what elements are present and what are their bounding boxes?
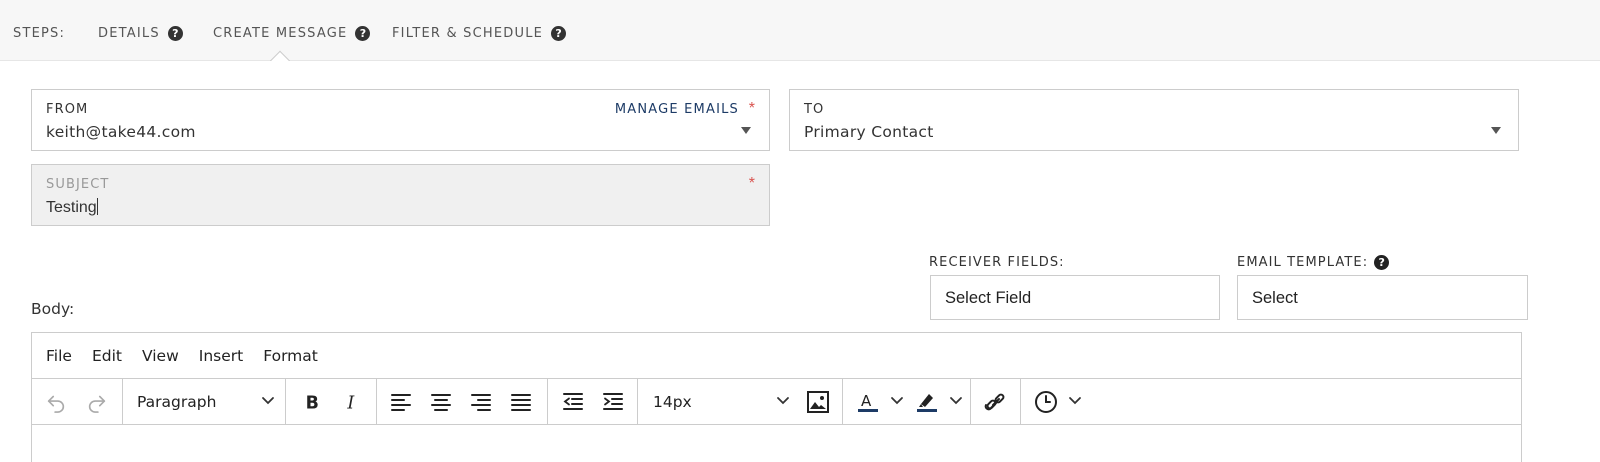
required-marker: * (748, 175, 755, 192)
menu-format[interactable]: Format (263, 347, 318, 365)
chevron-down-icon[interactable] (1491, 127, 1501, 134)
style-group: B I (286, 379, 377, 425)
help-icon[interactable]: ? (355, 26, 371, 41)
align-center-icon[interactable] (427, 388, 455, 416)
receiver-fields-label: RECEIVER FIELDS: (929, 255, 1065, 270)
menu-file[interactable]: File (46, 347, 72, 365)
from-label: FROM (46, 102, 89, 117)
block-format-value: Paragraph (137, 393, 217, 411)
menu-view[interactable]: View (142, 347, 179, 365)
steps-label: STEPS: (13, 26, 66, 41)
chevron-down-icon (777, 397, 789, 405)
receiver-fields-select[interactable]: Select Field (930, 275, 1220, 320)
rich-text-editor: File Edit View Insert Format Paragraph B (31, 332, 1522, 462)
help-icon[interactable]: ? (167, 26, 183, 41)
link-group (971, 379, 1021, 425)
bold-icon[interactable]: B (298, 388, 326, 416)
svg-text:A: A (861, 392, 872, 410)
to-label: TO (804, 102, 825, 117)
steps-bar: STEPS: DETAILS ? CREATE MESSAGE ? FILTER… (0, 0, 1600, 61)
block-format-group: Paragraph (123, 379, 286, 425)
chevron-down-icon[interactable] (1068, 396, 1082, 406)
editor-menubar: File Edit View Insert Format (32, 333, 1521, 379)
redo-icon[interactable] (83, 388, 111, 416)
text-cursor (96, 198, 98, 215)
text-color-icon[interactable]: A (854, 388, 882, 416)
subject-field[interactable]: SUBJECT * Testing (31, 164, 770, 226)
to-value: Primary Contact (804, 123, 934, 141)
step-details[interactable]: DETAILS ? (98, 26, 183, 41)
indent-icon[interactable] (599, 388, 627, 416)
chevron-down-icon[interactable] (949, 396, 963, 406)
step-filter-schedule-label: FILTER & SCHEDULE (392, 26, 544, 41)
step-filter-schedule[interactable]: FILTER & SCHEDULE ? (392, 26, 567, 41)
link-icon[interactable] (982, 388, 1010, 416)
justify-icon[interactable] (507, 388, 535, 416)
step-create-message[interactable]: CREATE MESSAGE ? (213, 26, 371, 41)
subject-label: SUBJECT (46, 177, 110, 192)
chevron-down-icon[interactable] (890, 396, 904, 406)
outdent-icon[interactable] (559, 388, 587, 416)
font-size-group: 14px (638, 379, 843, 425)
menu-insert[interactable]: Insert (199, 347, 243, 365)
email-template-select[interactable]: Select (1237, 275, 1528, 320)
svg-text:B: B (306, 393, 319, 413)
to-field[interactable]: TO Primary Contact (789, 89, 1519, 151)
help-icon[interactable]: ? (1374, 255, 1390, 270)
highlight-icon[interactable] (913, 388, 941, 416)
clock-icon[interactable] (1032, 388, 1060, 416)
color-group: A (843, 379, 971, 425)
chevron-down-icon (262, 397, 274, 405)
from-field[interactable]: FROM MANAGE EMAILS * keith@take44.com (31, 89, 770, 151)
chevron-down-icon[interactable] (741, 127, 751, 134)
manage-emails-link[interactable]: MANAGE EMAILS (615, 102, 739, 117)
subject-input[interactable]: Testing (46, 198, 98, 217)
step-create-message-label: CREATE MESSAGE (213, 26, 348, 41)
history-group (32, 379, 123, 425)
step-details-label: DETAILS (98, 26, 160, 41)
required-marker: * (748, 100, 755, 117)
body-label: Body: (31, 300, 75, 318)
block-format-dropdown[interactable]: Paragraph (137, 379, 277, 425)
alignment-group (377, 379, 548, 425)
menu-edit[interactable]: Edit (92, 347, 122, 365)
image-icon[interactable] (804, 388, 832, 416)
indent-group (548, 379, 638, 425)
editor-toolbar: Paragraph B I 14px A (32, 379, 1521, 425)
editor-content-area[interactable] (32, 425, 1521, 462)
italic-icon[interactable]: I (338, 388, 366, 416)
subject-value: Testing (46, 199, 97, 216)
svg-text:I: I (346, 393, 355, 413)
from-value: keith@take44.com (46, 123, 196, 141)
email-template-label: EMAIL TEMPLATE: ? (1237, 255, 1390, 270)
align-right-icon[interactable] (467, 388, 495, 416)
font-size-dropdown[interactable]: 14px (653, 379, 793, 425)
help-icon[interactable]: ? (551, 26, 567, 41)
align-left-icon[interactable] (387, 388, 415, 416)
font-size-value: 14px (653, 393, 692, 411)
undo-icon[interactable] (42, 388, 70, 416)
